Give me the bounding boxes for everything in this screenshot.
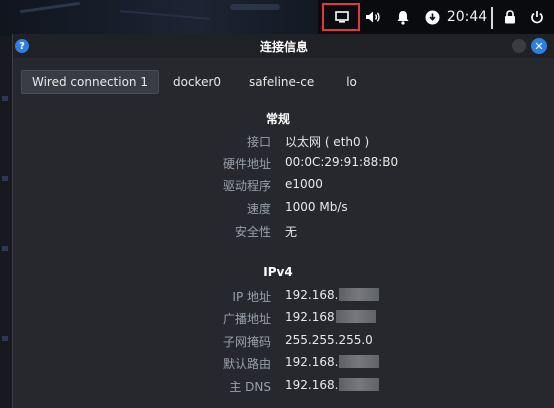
tab-safeline-ce[interactable]: safeline-ce	[239, 70, 324, 94]
highlight-annotation	[322, 3, 360, 31]
notifications-button[interactable]	[392, 0, 414, 34]
power-button[interactable]	[527, 0, 547, 34]
info-row-primary-dns: 主 DNS 192.168.	[13, 378, 543, 400]
info-row-interface: 接口 以太网 ( eth0 )	[246, 135, 370, 149]
lock-icon	[505, 10, 515, 24]
connection-info-dialog: ? 连接信息 ✕ Wired connection 1 docker0 safe…	[12, 34, 554, 408]
info-row-driver: 驱动程序 e1000	[222, 177, 323, 193]
info-row-security: 安全性 无	[234, 225, 298, 239]
volume-icon	[366, 11, 380, 23]
left-desktop-edge	[0, 36, 12, 408]
lock-screen-button[interactable]	[500, 0, 520, 34]
close-button[interactable]: ✕	[531, 38, 547, 54]
info-row-subnet-mask: 子网掩码 255.255.255.0	[222, 333, 373, 349]
tab-docker0[interactable]: docker0	[163, 70, 231, 94]
info-row-speed: 速度 1000 Mb/s	[246, 200, 348, 216]
info-row-ip-address: IP 地址 192.168.	[13, 288, 543, 310]
connection-tabs: Wired connection 1 docker0 safeline-ce l…	[21, 70, 371, 94]
redacted-block	[339, 288, 380, 301]
redacted-block	[339, 378, 380, 391]
info-row-broadcast-address: 广播地址 192.168	[13, 310, 543, 332]
clock-time: 20:44	[446, 9, 488, 25]
redacted-block	[339, 355, 380, 368]
power-icon	[531, 11, 543, 24]
download-icon	[425, 10, 439, 24]
screen: 20:44 ? 连接信息 ✕ Wired connection 1 docker…	[0, 0, 554, 408]
close-icon: ✕	[534, 39, 544, 53]
section-ipv4-heading: IPv4	[263, 265, 293, 279]
volume-button[interactable]	[362, 0, 384, 34]
help-icon: ?	[15, 39, 29, 53]
redacted-block	[335, 310, 376, 323]
section-general-heading: 常规	[265, 112, 290, 126]
tab-lo[interactable]: lo	[336, 70, 367, 94]
dialog-titlebar[interactable]: ? 连接信息 ✕	[13, 34, 554, 58]
panel-divider	[491, 7, 493, 29]
tab-wired-connection-1[interactable]: Wired connection 1	[21, 70, 159, 94]
clock[interactable]: 20:44	[446, 0, 488, 34]
dialog-title: 连接信息	[259, 39, 308, 54]
updates-button[interactable]	[421, 0, 443, 34]
bell-icon	[397, 10, 409, 25]
info-row-default-route: 默认路由 192.168.	[13, 355, 543, 377]
info-row-hardware-address: 硬件地址 00:0C:29:91:88:B0	[222, 155, 399, 171]
minimize-button[interactable]	[512, 39, 526, 53]
